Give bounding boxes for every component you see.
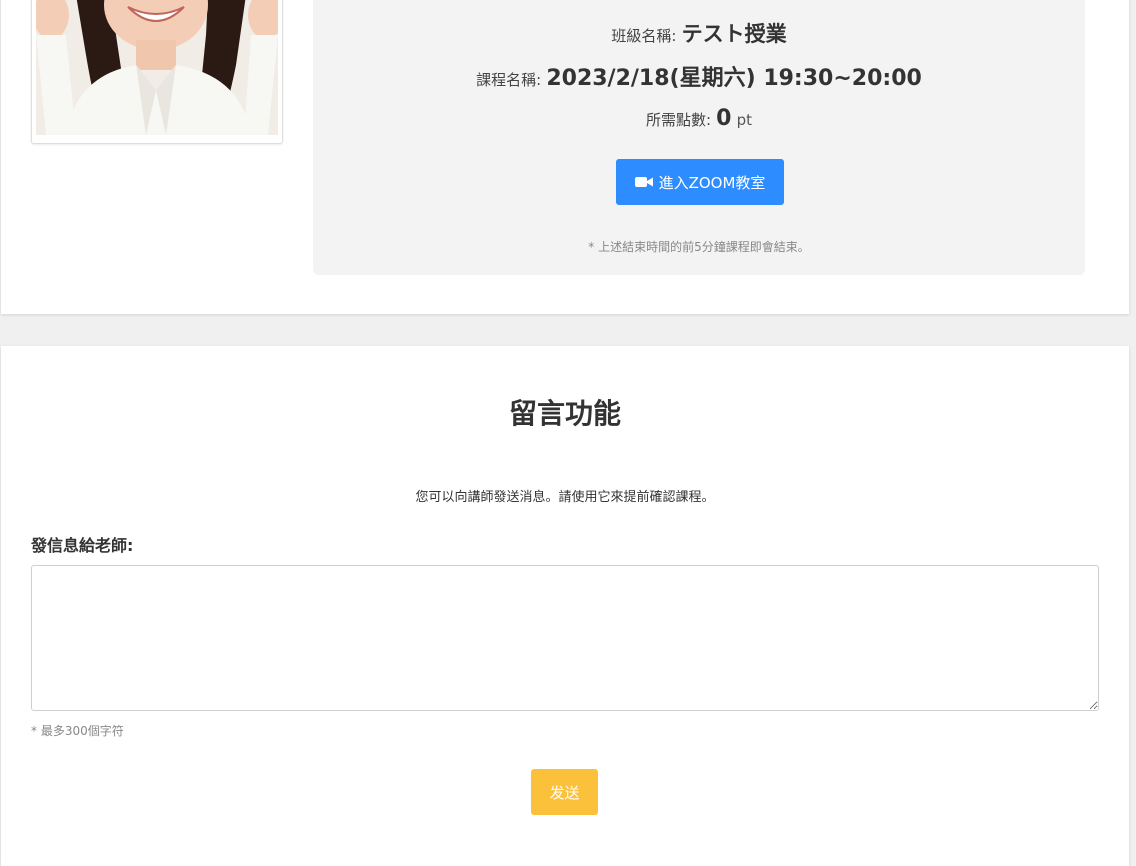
teacher-photo-image — [36, 0, 278, 135]
course-name-row: 課程名稱: 2023/2/18(星期六) 19:30~20:00 — [313, 60, 1085, 92]
required-points-unit: pt — [736, 111, 752, 129]
video-camera-icon — [634, 177, 653, 187]
message-field-label: 發信息給老師: — [31, 536, 134, 555]
message-section-title: 留言功能 — [508, 397, 621, 430]
message-section-description: 您可以向講師發送消息。請使用它來提前確認課程。 — [415, 490, 715, 505]
lesson-card: 班級名稱: テスト授業 課程名稱: 2023/2/18(星期六) 19:30~2… — [1, 0, 1129, 314]
message-card: 留言功能 您可以向講師發送消息。請使用它來提前確認課程。 發信息給老師: * 最… — [1, 346, 1129, 866]
send-button-label: 发送 — [549, 783, 580, 802]
message-textarea[interactable] — [31, 565, 1099, 711]
required-points-label: 所需點數: — [646, 111, 712, 129]
course-name-value: 2023/2/18(星期六) 19:30~20:00 — [546, 66, 922, 91]
class-name-value: テスト授業 — [681, 22, 787, 46]
enter-zoom-button[interactable]: 進入ZOOM教室 — [616, 159, 784, 205]
course-name-label: 課程名稱: — [476, 71, 542, 89]
lesson-info-panel: 班級名稱: テスト授業 課程名稱: 2023/2/18(星期六) 19:30~2… — [313, 0, 1085, 275]
lesson-end-note: * 上述結束時間的前5分鐘課程即會結束。 — [588, 240, 810, 254]
teacher-photo — [36, 0, 278, 135]
message-limit-note: * 最多300個字符 — [31, 724, 124, 738]
teacher-photo-frame — [31, 0, 283, 144]
class-name-row: 班級名稱: テスト授業 — [313, 18, 1085, 48]
class-name-label: 班級名稱: — [611, 27, 677, 45]
send-button[interactable]: 发送 — [531, 769, 598, 815]
enter-zoom-button-label: 進入ZOOM教室 — [658, 173, 766, 192]
required-points-row: 所需點數: 0 pt — [313, 106, 1085, 131]
required-points-value: 0 — [716, 106, 732, 131]
